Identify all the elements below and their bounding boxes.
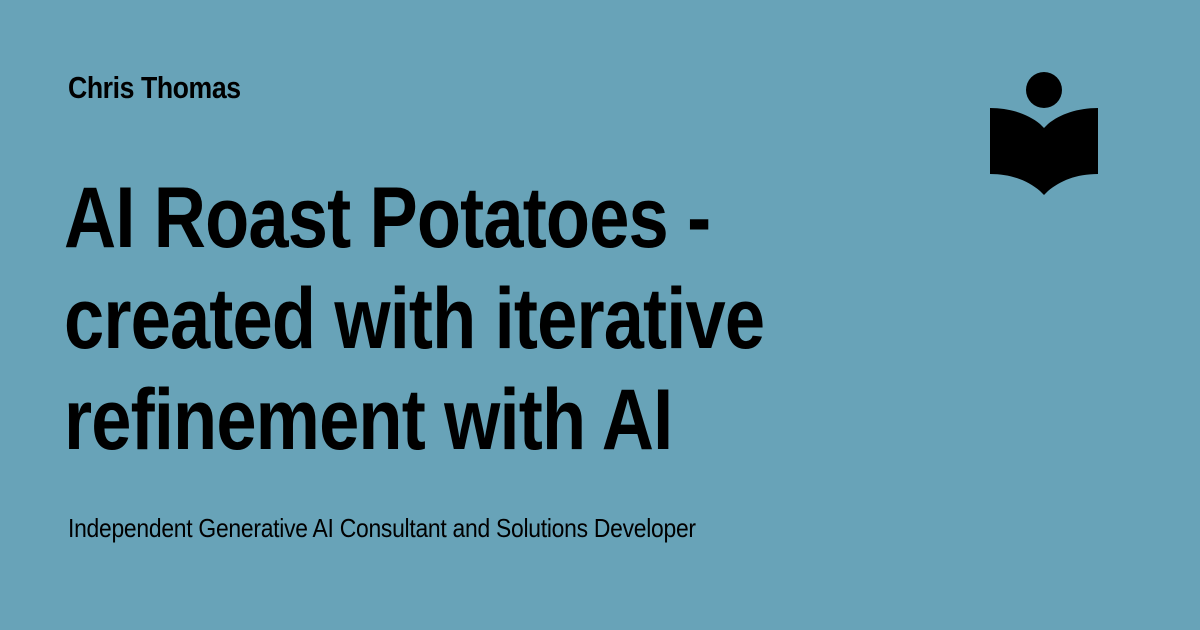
title-line: refinement with AI: [64, 372, 673, 468]
title-line: created with iterative: [64, 271, 765, 367]
author-tagline: Independent Generative AI Consultant and…: [68, 513, 696, 543]
social-card: Chris Thomas AI Roast Potatoes - created…: [0, 0, 1200, 630]
author-name: Chris Thomas: [68, 70, 241, 105]
article-title: AI Roast Potatoes - created with iterati…: [64, 168, 904, 471]
reader-book-icon: [990, 72, 1098, 195]
title-line: AI Roast Potatoes -: [64, 170, 711, 266]
